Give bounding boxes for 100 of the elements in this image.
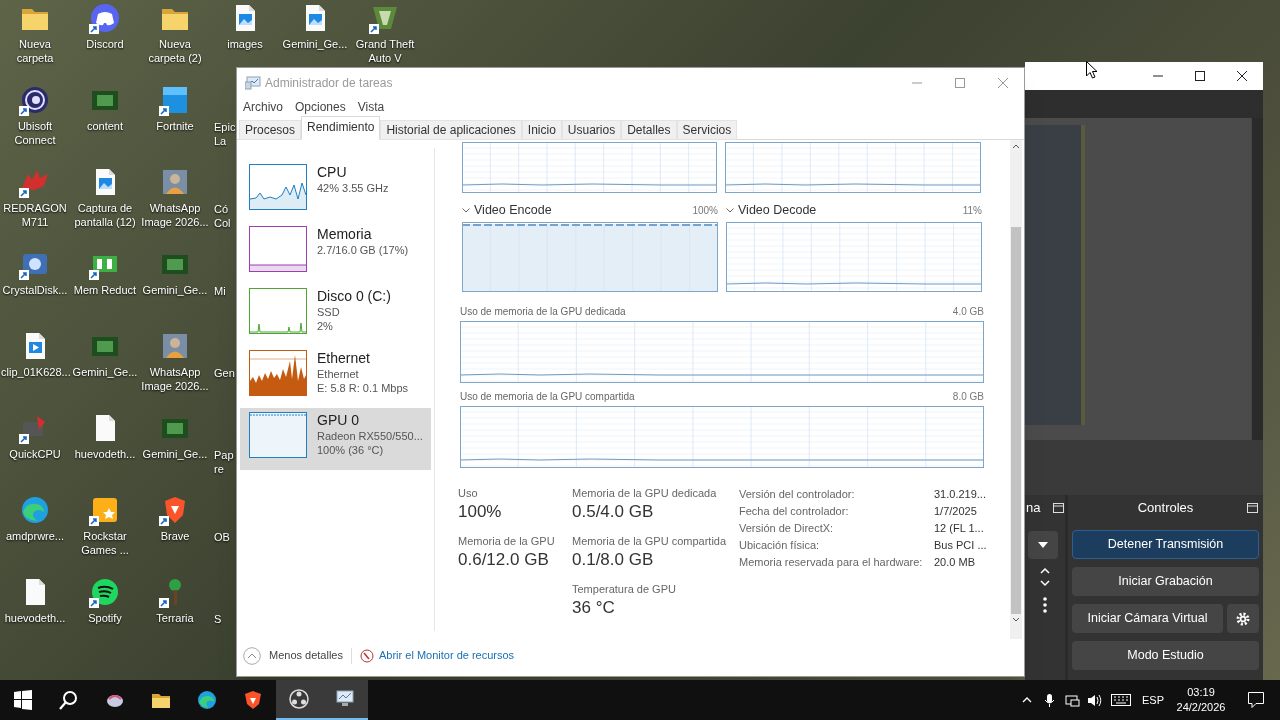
notification-icon[interactable]: [1248, 692, 1264, 708]
desktop-shortcut[interactable]: Discord: [71, 2, 139, 51]
desktop-shortcut[interactable]: REDRAGON M711: [1, 166, 69, 229]
control-button[interactable]: Modo Estudio: [1072, 641, 1259, 670]
sound-waves-logo-icon: [89, 576, 121, 608]
circle-logo-icon: [89, 2, 121, 34]
desktop-shortcut[interactable]: CrystalDisk...: [1, 248, 69, 297]
desktop-shortcut[interactable]: Nueva carpeta (2): [141, 2, 209, 65]
engine-selector[interactable]: Video Decode: [726, 200, 817, 220]
windows-logo-icon: [13, 690, 33, 710]
desktop-shortcut[interactable]: Brave: [141, 494, 209, 543]
tab[interactable]: Rendimiento: [301, 116, 381, 140]
desktop-shortcut[interactable]: images: [211, 2, 279, 51]
desktop-shortcut[interactable]: WhatsApp Image 2026...: [141, 166, 209, 229]
engine-selector[interactable]: Video Encode: [462, 200, 552, 220]
circle-logo-icon: [289, 689, 309, 709]
volume-icon[interactable]: [1087, 692, 1103, 708]
desktop-shortcut[interactable]: Captura de pantalla (12): [71, 166, 139, 229]
tab[interactable]: Servicios: [676, 120, 738, 140]
desktop-shortcut[interactable]: Mem Reduct: [71, 248, 139, 297]
desktop-shortcut[interactable]: Spotify: [71, 576, 139, 625]
monitor-chart-icon: [245, 76, 261, 90]
caret-down-icon: [1038, 542, 1048, 548]
property-label: Versión de DirectX:: [739, 521, 835, 536]
tab[interactable]: Usuarios: [561, 120, 622, 140]
chevron-up-icon: [243, 646, 261, 665]
desktop-shortcut[interactable]: huevodeth...: [1, 576, 69, 625]
property-label: Ubicación física:: [739, 538, 821, 553]
desktop-shortcut[interactable]: Gemini_Ge...: [141, 248, 209, 297]
monitor-chart-icon: [335, 689, 355, 709]
caret-down-icon: [726, 207, 734, 213]
up-down-arrows-icon[interactable]: [1040, 567, 1050, 587]
graph-title: Uso de memoria de la GPU compartida: [460, 390, 635, 404]
undock-icon: [1053, 503, 1064, 513]
less-details-button[interactable]: Menos detalles: [243, 646, 343, 665]
menu-item[interactable]: Vista: [357, 98, 385, 116]
tab[interactable]: Historial de aplicaciones: [380, 120, 522, 140]
tab[interactable]: Inicio: [521, 120, 562, 140]
search-icon: [59, 690, 79, 710]
desktop-shortcut[interactable]: Ubisoft Connect: [1, 84, 69, 147]
graph-max-label: 4.0 GB: [952, 305, 984, 319]
desktop-shortcut[interactable]: Terraria: [141, 576, 209, 625]
control-button[interactable]: Detener Transmisión: [1072, 530, 1259, 559]
maximize-icon: [1195, 71, 1205, 81]
close-icon: [997, 78, 1008, 88]
close-icon: [1237, 71, 1247, 81]
desktop-shortcut[interactable]: Fortnite: [141, 84, 209, 133]
desktop-shortcut[interactable]: Gemini_Ge...: [71, 330, 139, 379]
settings-icon: [1236, 611, 1250, 626]
microphone-icon[interactable]: [1042, 692, 1056, 708]
property-value: 12 (FL 1...: [934, 521, 985, 536]
property-value: 1/7/2025: [934, 504, 978, 519]
language-indicator[interactable]: ESP: [1136, 691, 1170, 709]
property-value: 20.0 MB: [934, 555, 976, 570]
clock[interactable]: 03:19 24/2/2026: [1170, 685, 1232, 715]
resource-monitor-link[interactable]: Abrir el Monitor de recursos: [360, 647, 515, 664]
icon-label: Gen: [214, 366, 236, 380]
desktop-shortcut[interactable]: QuickCPU: [1, 412, 69, 461]
dock-title: na: [1026, 499, 1041, 518]
desktop-shortcut[interactable]: content: [71, 84, 139, 133]
desktop-shortcut[interactable]: Nueva carpeta: [1, 2, 69, 65]
menu-item[interactable]: Archivo: [243, 98, 283, 116]
stat-value: 0.1/8.0 GB: [572, 549, 655, 571]
property-value: Bus PCI ...: [934, 538, 987, 553]
icon-label: Có Col: [214, 202, 232, 230]
stat-value: 0.6/12.0 GB: [458, 549, 550, 571]
menu-item[interactable]: Opciones: [295, 98, 346, 116]
keyboard-icon[interactable]: [1111, 694, 1131, 706]
stat-label: Memoria de la GPU: [458, 534, 556, 548]
tab[interactable]: Detalles: [621, 120, 677, 140]
desktop-shortcut[interactable]: amdprwre...: [1, 494, 69, 543]
settings-button[interactable]: [1227, 604, 1259, 633]
stat-label: Temperatura de GPU: [572, 582, 677, 596]
taskbar-button[interactable]: [322, 680, 368, 720]
control-button[interactable]: Iniciar Cámara Virtual: [1072, 604, 1223, 633]
taskbar-button[interactable]: [276, 680, 322, 720]
desktop-shortcut[interactable]: Rockstar Games ...: [71, 494, 139, 557]
network-icon[interactable]: [1064, 693, 1080, 707]
desktop-shortcut[interactable]: huevodeth...: [71, 412, 139, 461]
window-title: Administrador de tareas: [265, 75, 393, 92]
resource-item[interactable]: GPU 0 Radeon RX550/550... 100% (36 °C): [240, 408, 431, 470]
control-button[interactable]: Iniciar Grabación: [1072, 567, 1259, 596]
desktop-shortcut[interactable]: Gemini_Ge...: [281, 2, 349, 51]
icon-label: OB: [214, 530, 231, 544]
gauge-icon: [360, 648, 374, 663]
stat-label: Uso: [458, 486, 479, 500]
graph-max-label: 8.0 GB: [952, 390, 984, 404]
property-label: Memoria reservada para el hardware:: [739, 555, 924, 570]
desktop-shortcut[interactable]: clip_01K628...: [1, 330, 69, 379]
property-value: 31.0.219...: [934, 487, 987, 502]
maximize-icon: [954, 78, 965, 88]
wave-logo-icon: [19, 494, 51, 526]
more-options-icon[interactable]: [1043, 597, 1047, 613]
desktop-shortcut[interactable]: Gemini_Ge...: [141, 412, 209, 461]
dropdown-button[interactable]: [1028, 531, 1058, 559]
tab[interactable]: Procesos: [239, 120, 302, 140]
scrollbar-thumb[interactable]: [1011, 227, 1021, 614]
stat-label: Memoria de la GPU dedicada: [572, 486, 718, 500]
desktop-shortcut[interactable]: Grand Theft Auto V: [351, 2, 419, 65]
desktop-shortcut[interactable]: WhatsApp Image 2026...: [141, 330, 209, 393]
